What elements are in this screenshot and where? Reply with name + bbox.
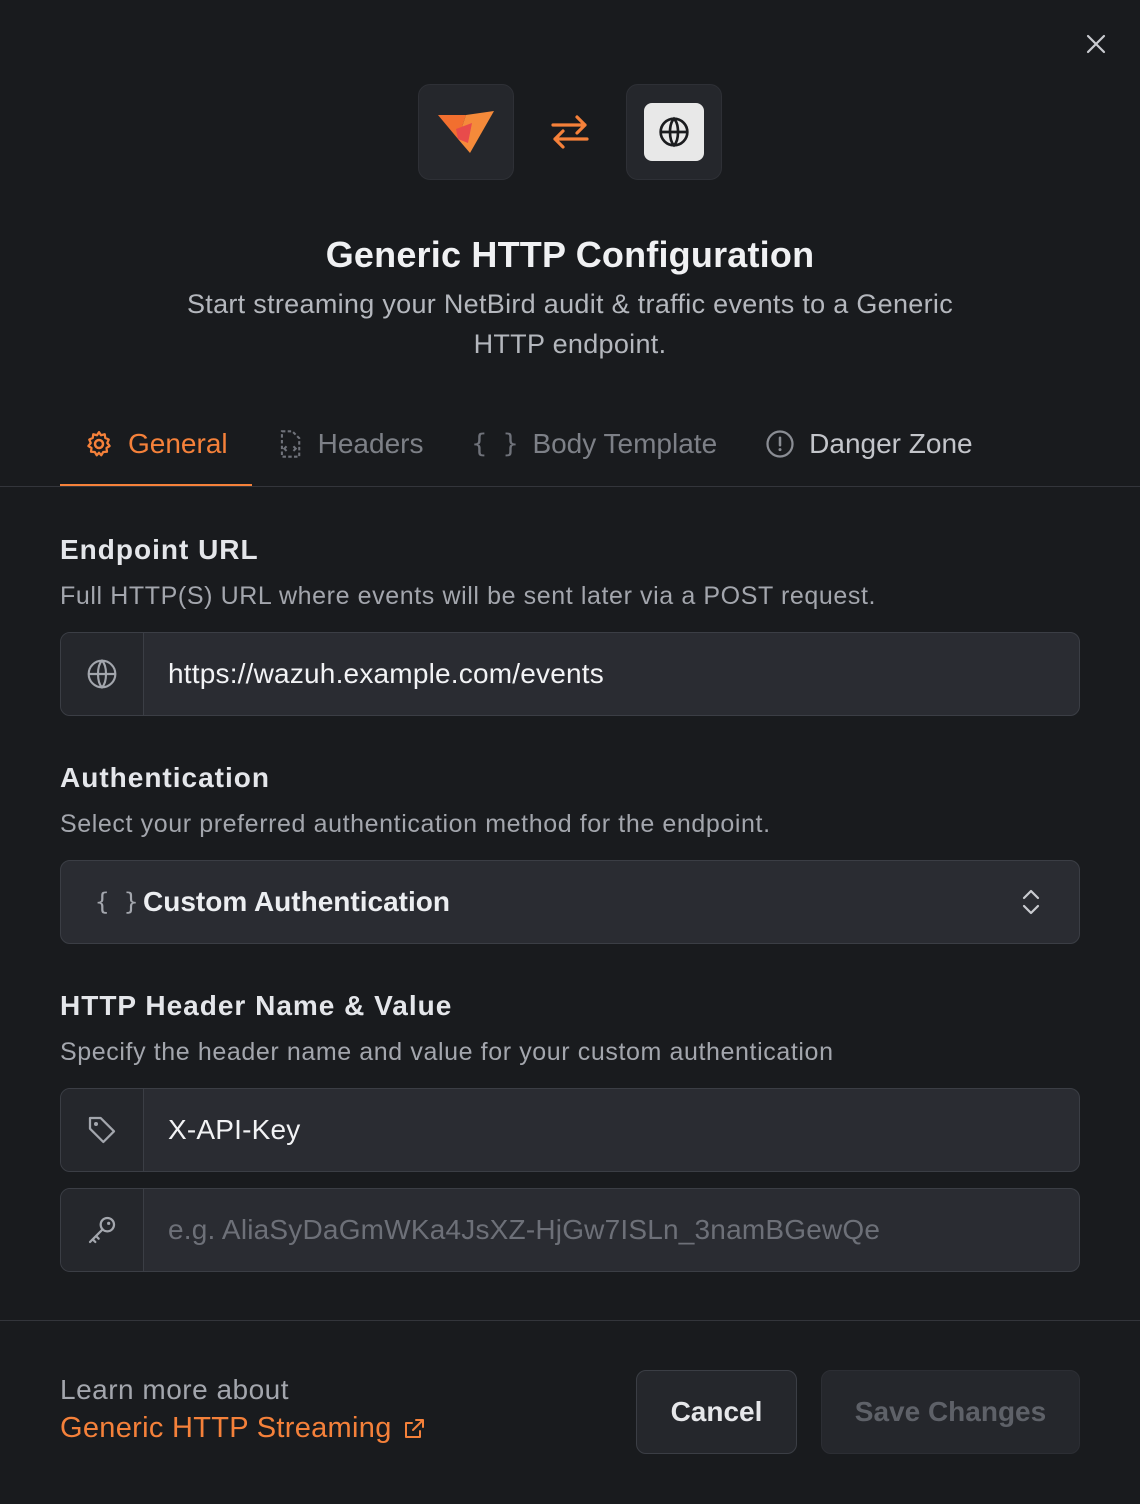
- header-name-prefix: [61, 1089, 144, 1171]
- globe-icon: [659, 116, 689, 148]
- http-header-help: Specify the header name and value for yo…: [60, 1038, 834, 1066]
- netbird-logo-tile: [418, 84, 514, 180]
- authentication-help: Select your preferred authentication met…: [60, 810, 771, 838]
- tab-bar: General Headers { } Body Template Danger…: [60, 410, 1140, 488]
- tag-icon: [88, 1116, 116, 1144]
- header-value-prefix: [61, 1189, 144, 1271]
- authentication-select[interactable]: { } Custom Authentication: [60, 860, 1080, 944]
- alert-circle-icon: [766, 430, 794, 458]
- close-icon: [1086, 34, 1106, 54]
- tab-danger-zone[interactable]: Danger Zone: [741, 410, 996, 478]
- authentication-selected-value: Custom Authentication: [143, 886, 450, 917]
- tabs-divider: [0, 486, 1140, 487]
- learn-more-link[interactable]: Generic HTTP Streaming: [60, 1412, 426, 1445]
- learn-more-link-label: Generic HTTP Streaming: [60, 1412, 392, 1444]
- gear-icon: [87, 431, 111, 457]
- dialog-title: Generic HTTP Configuration: [325, 234, 815, 275]
- header-name-input[interactable]: X-API-Key: [144, 1089, 1079, 1171]
- cancel-button[interactable]: Cancel: [636, 1370, 797, 1454]
- dialog-subtitle: Start streaming your NetBird audit & tra…: [186, 289, 954, 359]
- external-link-icon: [404, 1418, 424, 1438]
- tab-headers-label: Headers: [317, 428, 424, 459]
- endpoint-url-prefix: [61, 633, 144, 715]
- tab-body-template-label: Body Template: [532, 428, 718, 459]
- swap-arrows-icon: [551, 115, 589, 149]
- generic-http-config-dialog: Generic HTTP Configuration Start streami…: [0, 0, 1140, 1504]
- endpoint-url-label: Endpoint URL: [60, 534, 259, 565]
- footer-divider: [0, 1320, 1140, 1321]
- header-value-field[interactable]: e.g. AliaSyDaGmWKa4JsXZ-HjGw7ISLn_3namBG…: [60, 1188, 1080, 1272]
- close-button[interactable]: [1080, 28, 1112, 60]
- tab-danger-zone-label: Danger Zone: [809, 428, 973, 459]
- tab-general-label: General: [128, 428, 228, 459]
- authentication-label: Authentication: [60, 762, 270, 793]
- key-icon: [88, 1216, 116, 1244]
- header-value-input[interactable]: e.g. AliaSyDaGmWKa4JsXZ-HjGw7ISLn_3namBG…: [144, 1189, 1079, 1271]
- endpoint-url-help: Full HTTP(S) URL where events will be se…: [60, 582, 877, 610]
- braces-icon: { }: [471, 429, 519, 459]
- integration-logos: [0, 84, 1140, 180]
- netbird-logo: [438, 111, 494, 153]
- endpoint-url-field[interactable]: https://wazuh.example.com/events: [60, 632, 1080, 716]
- braces-icon: { }: [95, 888, 139, 916]
- http-header-label: HTTP Header Name & Value: [60, 990, 453, 1021]
- tab-body-template[interactable]: { } Body Template: [447, 410, 741, 478]
- save-changes-button[interactable]: Save Changes: [821, 1370, 1080, 1454]
- chevron-up-down-icon: [1022, 889, 1040, 915]
- tab-headers[interactable]: Headers: [252, 410, 448, 478]
- generic-http-logo-tile: [626, 84, 722, 180]
- file-code-icon: [280, 430, 300, 458]
- tab-general[interactable]: General: [60, 410, 252, 487]
- header-name-field[interactable]: X-API-Key: [60, 1088, 1080, 1172]
- swap-arrows: [514, 111, 626, 153]
- learn-more-text: Learn more about: [60, 1374, 290, 1405]
- globe-icon: [87, 659, 117, 689]
- endpoint-url-input[interactable]: https://wazuh.example.com/events: [144, 633, 1079, 715]
